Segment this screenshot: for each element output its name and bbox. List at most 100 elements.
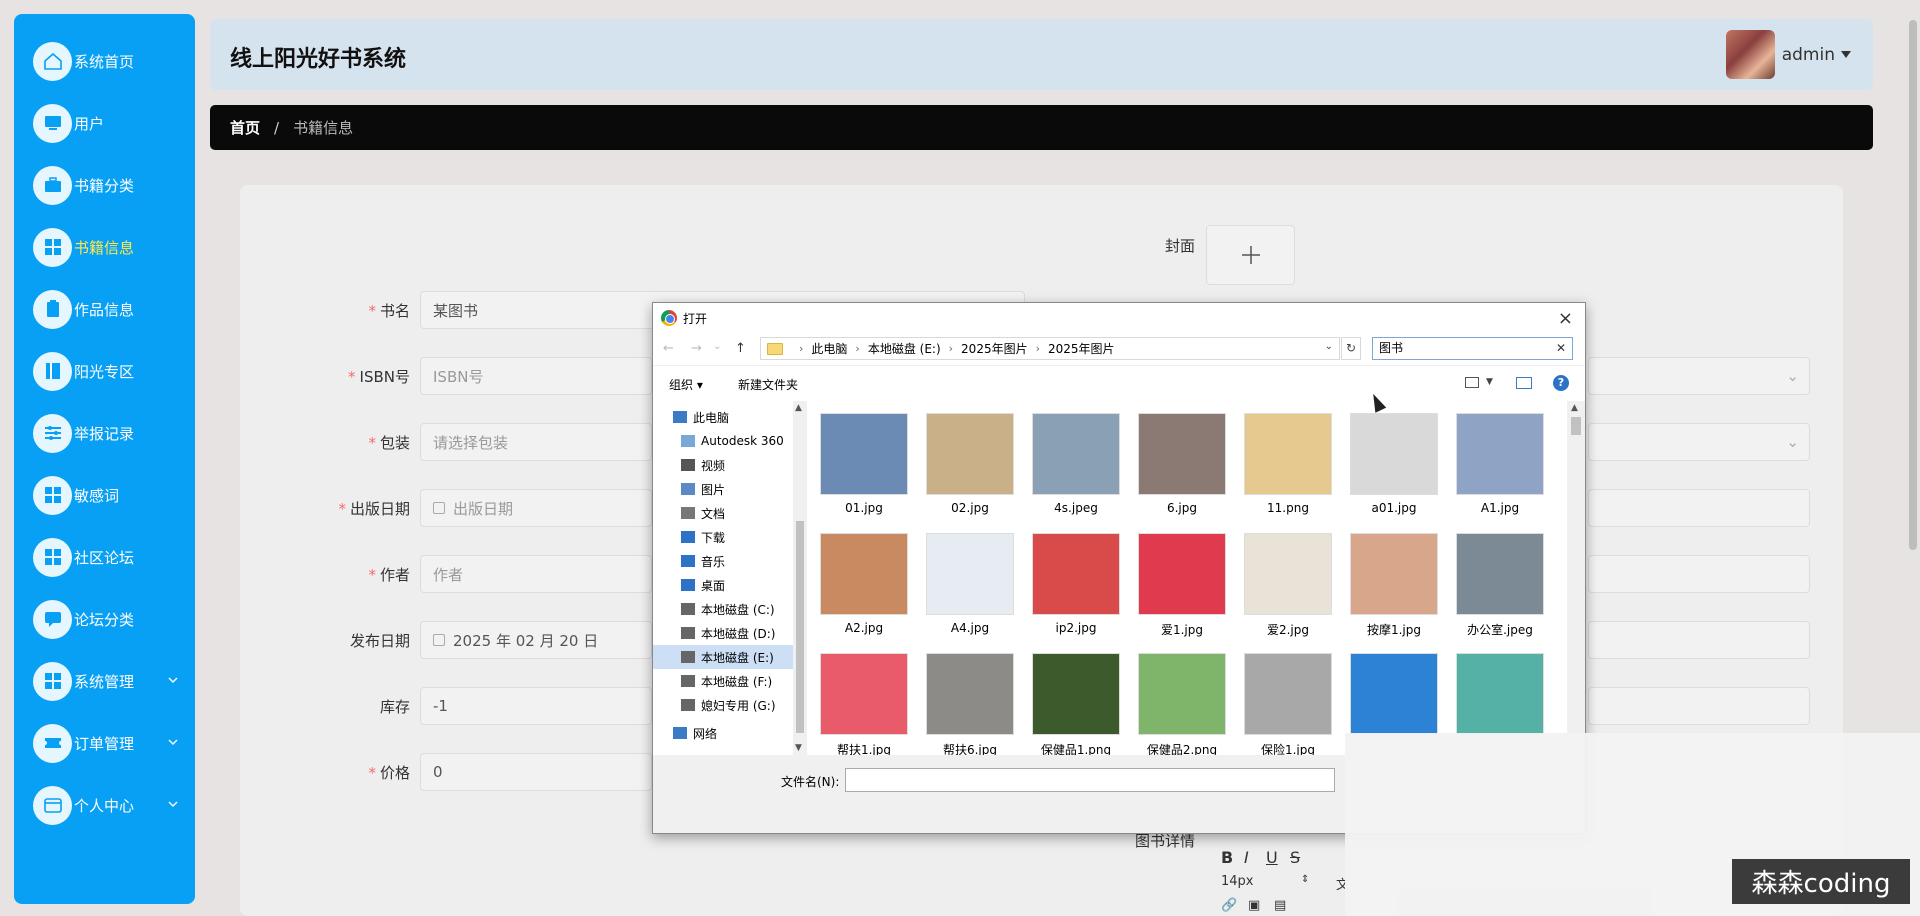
grid-scroll-thumb[interactable] [1571,417,1581,435]
pubdate-field-right-part[interactable] [1588,489,1810,527]
filename-input[interactable] [845,768,1335,792]
tree-item[interactable]: 此电脑 [653,405,793,429]
field-input[interactable]: 出版日期 [420,489,652,527]
up-arrow-icon[interactable]: ↑ [735,341,746,356]
forward-arrow-icon[interactable]: → [691,341,702,356]
address-dropdown-icon[interactable]: ⌄ [1325,341,1333,352]
back-arrow-icon[interactable]: ← [663,341,674,356]
underline-button[interactable]: U [1266,848,1278,867]
sidebar-item-11[interactable]: 订单管理 [14,712,195,774]
field-input[interactable]: -1 [420,687,652,725]
path-segment[interactable]: 此电脑 [811,340,847,357]
sidebar-item-3[interactable]: 书籍信息 [14,216,195,278]
clear-search-icon[interactable]: ✕ [1556,338,1566,359]
sidebar-item-8[interactable]: 社区论坛 [14,526,195,588]
field-input[interactable]: 2025 年 02 月 20 日 [420,621,652,659]
file-item[interactable]: 帮扶1.jpg [818,647,910,755]
preview-pane-icon[interactable] [1516,377,1532,389]
field-input[interactable]: ISBN号 [420,357,652,395]
file-item[interactable]: a01.jpg [1348,407,1440,519]
font-size-stepper-icon[interactable]: ⇕ [1301,874,1309,885]
new-folder-button[interactable]: 新建文件夹 [738,376,798,393]
path-segment[interactable]: 2025年图片 [1048,340,1115,357]
view-mode-icon[interactable] [1465,377,1479,388]
tree-scroll-thumb[interactable] [796,521,804,733]
organize-menu[interactable]: 组织 ▾ [669,376,703,393]
help-icon[interactable]: ? [1553,375,1569,391]
link-icon[interactable]: 🔗 [1221,898,1237,913]
file-item[interactable]: 11.png [1242,407,1334,519]
tree-item[interactable]: 本地磁盘 (E:) [653,645,793,669]
bold-button[interactable]: B [1221,848,1233,867]
sidebar-item-9[interactable]: 论坛分类 [14,588,195,650]
font-size-select[interactable]: 14px [1221,874,1254,889]
tree-item[interactable]: 本地磁盘 (F:) [653,669,793,693]
chevron-down-icon[interactable] [167,798,179,810]
user-dropdown-caret-icon[interactable] [1841,51,1851,58]
tree-item[interactable]: 本地磁盘 (D:) [653,621,793,645]
avatar[interactable] [1726,30,1775,79]
file-item[interactable]: 爱1.jpg [1136,527,1228,639]
tree-item[interactable]: 视频 [653,453,793,477]
file-item[interactable]: 保健品2.png [1136,647,1228,755]
tree-item[interactable]: 网络 [653,721,793,745]
image-icon[interactable]: ▣ [1248,898,1260,913]
tree-item[interactable]: 媳妇专用 (G:) [653,693,793,717]
sidebar-item-5[interactable]: 阳光专区 [14,340,195,402]
file-item[interactable]: 02.jpg [924,407,1016,519]
refresh-button[interactable]: ↻ [1341,337,1361,360]
sidebar-item-0[interactable]: 系统首页 [14,30,195,92]
field-input[interactable]: 作者 [420,555,652,593]
sidebar-item-4[interactable]: 作品信息 [14,278,195,340]
chevron-down-icon[interactable] [167,736,179,748]
path-segment[interactable]: 2025年图片 [961,340,1028,357]
sidebar-item-7[interactable]: 敏感词 [14,464,195,526]
italic-button[interactable]: I [1244,848,1249,867]
stock-field-right-part[interactable] [1588,687,1810,725]
file-item[interactable]: ip2.jpg [1030,527,1122,639]
search-input[interactable]: 图书 ✕ [1372,337,1573,360]
user-name[interactable]: admin [1782,45,1835,65]
release-field-right-part[interactable] [1588,621,1810,659]
isbn-field-right-part[interactable]: ⌄ [1588,357,1810,395]
strike-button[interactable]: S [1290,848,1300,867]
file-item[interactable]: 爱2.jpg [1242,527,1334,639]
tree-scrollbar[interactable]: ▲ ▼ [793,401,807,755]
file-item[interactable]: 01.jpg [818,407,910,519]
recent-dropdown-icon[interactable]: ⌄ [713,341,721,352]
tree-item[interactable]: 本地磁盘 (C:) [653,597,793,621]
tree-item[interactable]: Autodesk 360 [653,429,793,453]
sidebar-item-10[interactable]: 系统管理 [14,650,195,712]
tree-item[interactable]: 文档 [653,501,793,525]
video-icon[interactable]: ▤ [1274,898,1286,913]
sidebar-item-12[interactable]: 个人中心 [14,774,195,836]
file-item[interactable]: 帮扶6.jpg [924,647,1016,755]
tree-item[interactable]: 图片 [653,477,793,501]
field-input[interactable]: 请选择包装 [420,423,652,461]
field-input[interactable]: 0 [420,753,652,791]
file-item[interactable]: A2.jpg [818,527,910,639]
cover-upload[interactable] [1206,225,1295,285]
author-field-right-part[interactable] [1588,555,1810,593]
scroll-up-icon[interactable]: ▲ [1571,403,1578,413]
path-segment[interactable]: 本地磁盘 (E:) [868,340,941,357]
window-scroll-thumb[interactable] [1909,20,1917,550]
tree-item[interactable]: 桌面 [653,573,793,597]
tree-item[interactable]: 下载 [653,525,793,549]
file-item[interactable]: 6.jpg [1136,407,1228,519]
scroll-up-icon[interactable]: ▲ [795,403,802,413]
sidebar-item-1[interactable]: 用户 [14,92,195,154]
file-item[interactable]: 4s.jpeg [1030,407,1122,519]
file-item[interactable]: A1.jpg [1454,407,1546,519]
scroll-down-icon[interactable]: ▼ [795,743,802,753]
view-dropdown-icon[interactable]: ▼ [1486,377,1493,387]
file-item[interactable]: A4.jpg [924,527,1016,639]
packaging-select-right-part[interactable]: ⌄ [1588,423,1810,461]
sidebar-item-6[interactable]: 举报记录 [14,402,195,464]
chevron-down-icon[interactable] [167,674,179,686]
sidebar-item-2[interactable]: 书籍分类 [14,154,195,216]
file-item[interactable]: 保健品1.png [1030,647,1122,755]
window-scrollbar[interactable] [1906,0,1920,916]
file-item[interactable]: 办公室.jpeg [1454,527,1546,639]
close-button[interactable]: × [1558,308,1573,329]
